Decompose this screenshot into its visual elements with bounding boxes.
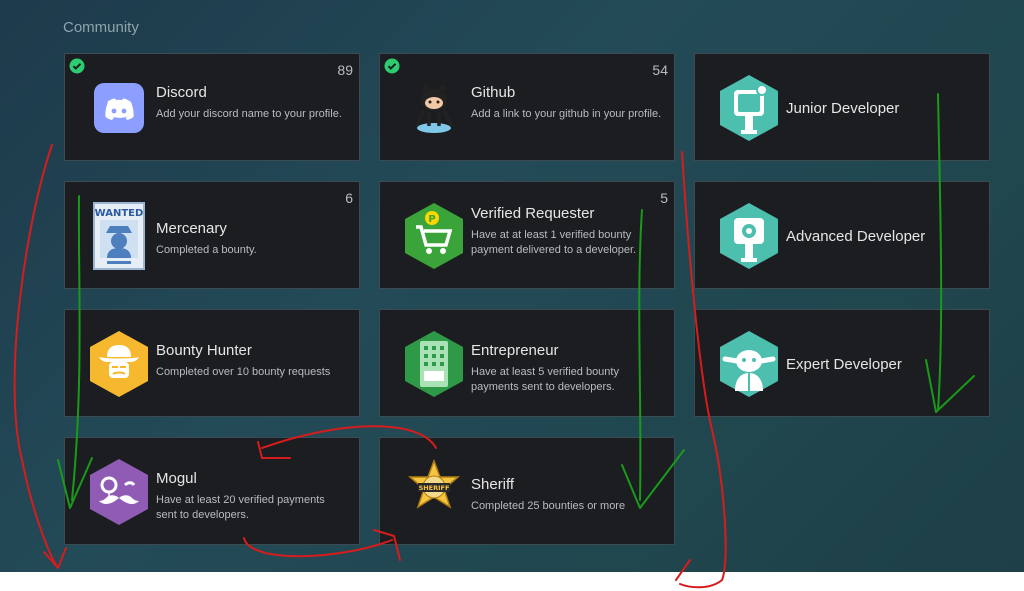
card-bounty-hunter[interactable]: Bounty Hunter Completed over 10 bounty r…: [64, 309, 360, 417]
card-entrepreneur[interactable]: Entrepreneur Have at least 5 verified bo…: [379, 309, 675, 417]
card-description: Have at least 20 verified payments sent …: [156, 494, 325, 521]
card-description: Add your discord name to your profile.: [156, 108, 342, 120]
card-name: Expert Developer: [786, 356, 902, 373]
community-page: Community 89 Discord Add your discord na…: [0, 0, 1024, 572]
achievement-count: 6: [345, 190, 353, 206]
card-advanced-developer[interactable]: Advanced Developer: [694, 181, 990, 289]
wanted-poster-text: WANTED: [95, 208, 144, 219]
card-name: Junior Developer: [786, 100, 900, 117]
card-name: Discord: [156, 84, 207, 101]
card-mogul[interactable]: Mogul Have at least 20 verified payments…: [64, 437, 360, 545]
card-description: Completed over 10 bounty requests: [156, 366, 331, 378]
card-name: Entrepreneur: [471, 342, 559, 359]
card-name: Mogul: [156, 470, 197, 487]
cowboy-icon: [83, 328, 155, 400]
card-name: Mercenary: [156, 220, 227, 237]
wanted-poster-icon: WANTED: [83, 200, 155, 272]
card-description: Add a link to your github in your profil…: [471, 108, 662, 120]
advanced-developer-icon: [713, 200, 785, 272]
card-mercenary[interactable]: 6 WANTED Mercenary Completed a bounty.: [64, 181, 360, 289]
card-name: Sheriff: [471, 476, 515, 493]
achievement-count: 54: [652, 62, 668, 78]
sheriff-star-icon: SHERIFF: [398, 456, 470, 528]
github-octocat-icon: [398, 72, 470, 144]
svg-text:P: P: [428, 214, 435, 225]
card-name: Verified Requester: [471, 205, 595, 222]
card-name: Bounty Hunter: [156, 342, 252, 359]
shopping-cart-icon: P: [398, 200, 470, 272]
card-name: Github: [471, 84, 516, 101]
card-name: Advanced Developer: [786, 228, 926, 245]
card-description: Have at at least 1 verified bounty payme…: [471, 229, 637, 256]
section-title: Community: [63, 19, 139, 36]
yoda-icon: [713, 328, 785, 400]
discord-icon: [83, 72, 155, 144]
junior-developer-icon: [713, 72, 785, 144]
sheriff-badge-text: SHERIFF: [419, 484, 450, 492]
card-sheriff[interactable]: SHERIFF Sheriff Completed 25 bounties or…: [379, 437, 675, 545]
card-verified-requester[interactable]: 5 P Verified Requester Have at at least …: [379, 181, 675, 289]
achievement-count: 89: [337, 62, 353, 78]
card-discord[interactable]: 89 Discord Add your discord name to your…: [64, 53, 360, 161]
card-junior-developer[interactable]: Junior Developer: [694, 53, 990, 161]
card-expert-developer[interactable]: Expert Developer: [694, 309, 990, 417]
card-github[interactable]: 54 Github Add a link to your github in y…: [379, 53, 675, 161]
card-description: Have at least 5 verified bounty payments…: [471, 366, 619, 393]
achievement-count: 5: [660, 190, 668, 206]
monocle-mustache-icon: [83, 456, 155, 528]
card-description: Completed a bounty.: [156, 244, 257, 256]
card-description: Completed 25 bounties or more: [471, 500, 626, 512]
building-icon: [398, 328, 470, 400]
